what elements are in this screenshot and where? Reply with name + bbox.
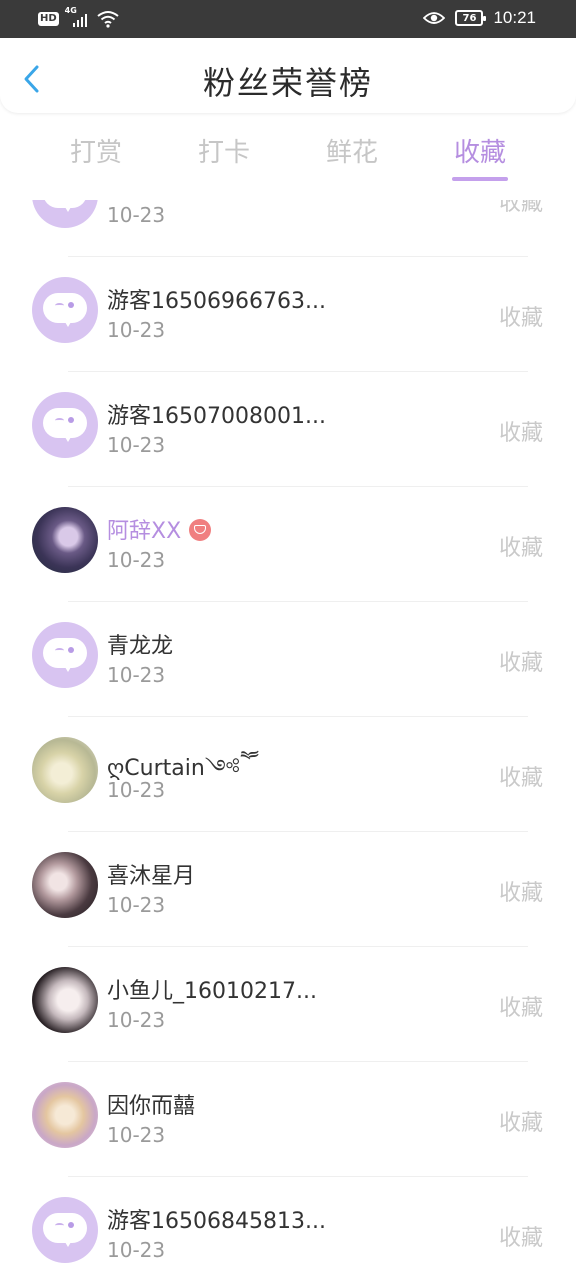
tab-daka[interactable]: 打卡	[176, 132, 272, 169]
avatar[interactable]	[32, 507, 98, 573]
battery-icon: 76	[455, 10, 487, 26]
item-date: 10-23	[107, 1238, 166, 1262]
list-item[interactable]: 阿辞XX 10-23 收藏	[0, 487, 576, 602]
favorite-label: 收藏	[498, 1111, 543, 1136]
fan-list[interactable]: 10-23 收藏 游客16506966763... 10-23 收藏 游客165…	[0, 200, 576, 1280]
status-right: 76 10:21	[423, 8, 536, 28]
item-date: 10-23	[107, 1123, 166, 1147]
avatar[interactable]	[32, 277, 98, 343]
item-name: 青龙龙	[107, 634, 174, 659]
page-title: 粉丝荣誉榜	[202, 64, 373, 102]
item-name: 游客16507008001...	[107, 404, 326, 429]
hd-icon: HD	[38, 12, 59, 26]
tab-xianhua[interactable]: 鲜花	[304, 132, 400, 169]
item-name: 游客16506966763...	[107, 289, 326, 314]
tab-shoucang[interactable]: 收藏	[432, 132, 528, 169]
item-name: 游客16506845813...	[107, 1209, 326, 1234]
item-date: 10-23	[107, 318, 166, 342]
tab-dashang[interactable]: 打赏	[48, 132, 144, 169]
favorite-label: 收藏	[498, 1226, 543, 1251]
favorite-label: 收藏	[498, 996, 543, 1021]
favorite-label: 收藏	[498, 881, 543, 906]
header: 粉丝荣誉榜	[0, 38, 576, 113]
avatar[interactable]	[32, 852, 98, 918]
item-date: 10-23	[107, 433, 166, 457]
item-name: 阿辞XX	[107, 513, 212, 545]
status-time: 10:21	[493, 8, 536, 27]
item-date: 10-23	[107, 893, 166, 917]
avatar[interactable]	[32, 967, 98, 1033]
favorite-label: 收藏	[498, 536, 543, 561]
favorite-label: 收藏	[498, 766, 543, 791]
item-date: 10-23	[107, 203, 166, 227]
list-item[interactable]: 因你而囍 10-23 收藏	[0, 1062, 576, 1177]
avatar[interactable]	[32, 392, 98, 458]
item-name: 小鱼儿_16010217...	[107, 979, 317, 1004]
avatar[interactable]	[32, 737, 98, 803]
list-item[interactable]: 小鱼儿_16010217... 10-23 收藏	[0, 947, 576, 1062]
list-item[interactable]: 喜沐星月 10-23 收藏	[0, 832, 576, 947]
favorite-label: 收藏	[498, 421, 543, 446]
list-item[interactable]: 游客16507008001... 10-23 收藏	[0, 372, 576, 487]
list-item[interactable]: 游客16506966763... 10-23 收藏	[0, 257, 576, 372]
list-item[interactable]: 10-23 收藏	[0, 200, 576, 257]
favorite-label: 收藏	[498, 651, 543, 676]
signal-icon: 4G	[65, 6, 91, 29]
favorite-label: 收藏	[498, 306, 543, 331]
status-bar: HD 4G 76 10:21	[0, 0, 576, 38]
favorite-label: 收藏	[498, 200, 543, 216]
item-date: 10-23	[107, 778, 166, 802]
list-item[interactable]: ღCurtain༺ཽ 10-23 收藏	[0, 717, 576, 832]
list-item[interactable]: 游客16506845813... 10-23 收藏	[0, 1177, 576, 1280]
item-name: 因你而囍	[107, 1094, 196, 1119]
avatar[interactable]	[32, 1197, 98, 1263]
avatar[interactable]	[32, 1082, 98, 1148]
avatar	[32, 200, 98, 228]
wifi-icon	[97, 11, 119, 28]
item-date: 10-23	[107, 1008, 166, 1032]
item-date: 10-23	[107, 663, 166, 687]
tab-bar: 打赏 打卡 鲜花 收藏	[0, 120, 576, 184]
vip-diamond-icon	[189, 519, 212, 541]
active-tab-indicator	[452, 177, 508, 181]
status-left: HD 4G	[38, 6, 119, 29]
item-date: 10-23	[107, 548, 166, 572]
avatar[interactable]	[32, 622, 98, 688]
item-name: 喜沐星月	[107, 864, 196, 889]
list-item[interactable]: 青龙龙 10-23 收藏	[0, 602, 576, 717]
eye-icon	[423, 12, 446, 24]
